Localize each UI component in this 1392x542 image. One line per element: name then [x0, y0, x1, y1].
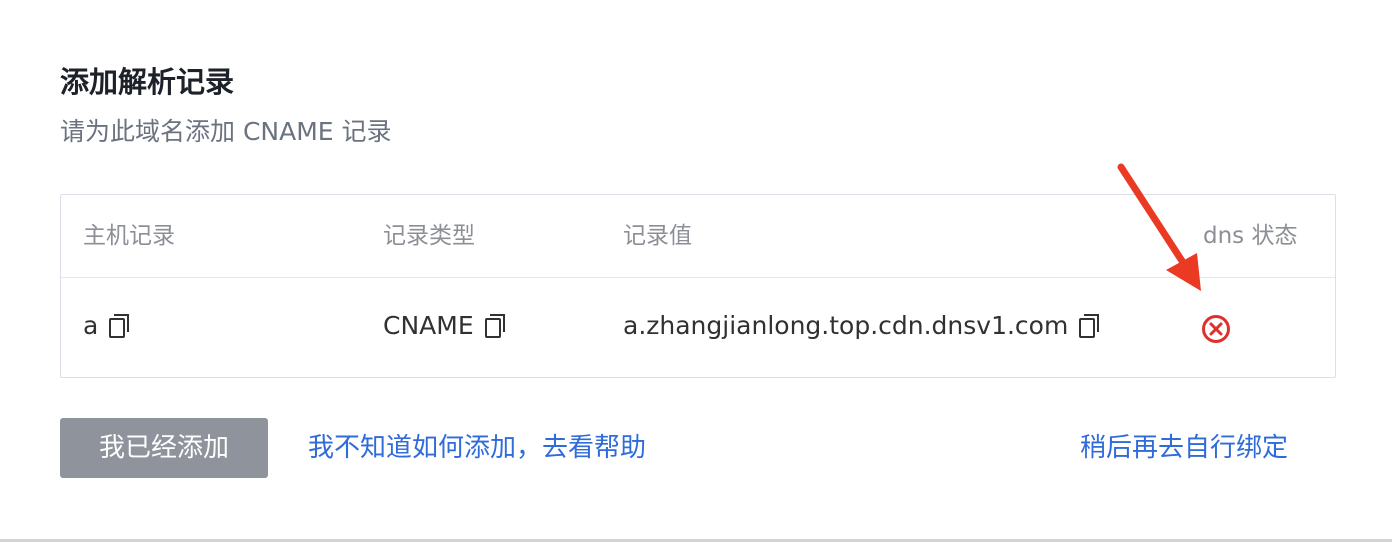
red-arrow-annotation — [1117, 163, 1201, 291]
